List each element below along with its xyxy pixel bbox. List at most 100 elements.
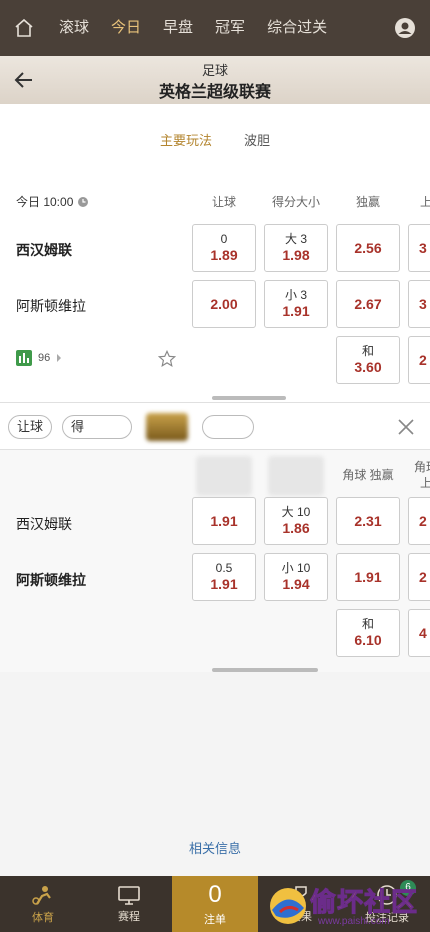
odd-value: 2.31 (354, 513, 382, 529)
tab-outright[interactable]: 冠军 (204, 0, 256, 56)
odd-value: 1.94 (282, 576, 310, 592)
home-win-odd[interactable]: 2.56 (336, 224, 400, 272)
tab-correct-score[interactable]: 波胆 (244, 130, 270, 149)
col-corner-1x2: 角球 独赢 (342, 468, 394, 482)
corner-away-handicap-odd[interactable]: 0.5 1.91 (192, 553, 256, 601)
close-icon[interactable] (396, 417, 416, 442)
odd-value: 1.91 (354, 569, 382, 585)
ou-line: 小 10 (281, 561, 311, 575)
nav-bet-slip[interactable]: 0 注单 (172, 876, 258, 932)
odd-value: 3 (419, 296, 427, 312)
home-handicap-odd[interactable]: 0 1.89 (192, 224, 256, 272)
handicap-line: 0.5 (215, 561, 233, 575)
monitor-icon (118, 885, 140, 905)
horizontal-scrollbar[interactable] (212, 668, 318, 672)
match-time: 今日 10:00 (16, 193, 89, 210)
home-icon[interactable] (0, 0, 48, 56)
tab-main-markets[interactable]: 主要玩法 (160, 130, 212, 149)
nav-sports[interactable]: 体育 (0, 876, 86, 932)
nav-schedule[interactable]: 赛程 (86, 876, 172, 932)
away-team: 阿斯顿维拉 (16, 298, 86, 314)
corner-market-panel: 角球 独赢 角球 上 西汉姆联 1.91 大 10 1.86 2.31 2 阿斯… (0, 450, 430, 672)
odd-value: 4 (419, 625, 427, 641)
col-handicap: 让球 (211, 195, 236, 209)
blurred-header (268, 456, 324, 496)
blurred-chip (146, 413, 188, 441)
draw-extra-odd[interactable]: 2 (408, 336, 430, 384)
away-win-odd[interactable]: 2.67 (336, 280, 400, 328)
corner-home-extra-odd[interactable]: 2 (408, 497, 430, 545)
odd-value: 2 (419, 569, 427, 585)
nav-sports-label: 体育 (32, 911, 54, 924)
market-tabs: 主要玩法 波胆 (0, 104, 430, 174)
tab-today[interactable]: 今日 (100, 0, 152, 56)
away-team: 阿斯顿维拉 (16, 572, 86, 588)
away-extra-odd[interactable]: 3 (408, 280, 430, 328)
odd-value: 2 (419, 513, 427, 529)
odd-value: 1.91 (210, 513, 238, 529)
col-first-half: 上 (420, 195, 430, 209)
nav-schedule-label: 赛程 (118, 910, 140, 923)
odd-value: 3 (419, 240, 427, 256)
odd-value: 1.91 (210, 576, 238, 592)
odd-value: 2.67 (354, 296, 382, 312)
nav-slip-label: 注单 (204, 913, 226, 926)
watermark-title: 偷坏社区 (309, 887, 419, 918)
user-icon[interactable] (380, 0, 430, 56)
home-team: 西汉姆联 (16, 516, 72, 532)
col-1x2: 独赢 (355, 195, 380, 209)
away-under-odd[interactable]: 小 3 1.91 (264, 280, 328, 328)
odd-value: 2.56 (354, 240, 382, 256)
odd-value: 1.89 (210, 247, 238, 263)
corner-home-over-odd[interactable]: 大 10 1.86 (264, 497, 328, 545)
ou-line: 大 10 (281, 505, 311, 519)
odd-value: 6.10 (354, 632, 382, 648)
chip-handicap[interactable]: 让球 (8, 415, 53, 439)
draw-label: 和 (361, 344, 374, 358)
away-handicap-odd[interactable]: 2.00 (192, 280, 256, 328)
corner-draw-odd[interactable]: 和 6.10 (336, 609, 400, 657)
corner-draw-extra-odd[interactable]: 4 (408, 609, 430, 657)
odd-value: 1.86 (282, 520, 310, 536)
watermark-logo-icon (270, 888, 306, 924)
tab-early[interactable]: 早盘 (152, 0, 204, 56)
league-title: 英格兰超级联赛 (158, 84, 271, 101)
soccer-player-icon (32, 885, 51, 905)
home-team: 西汉姆联 (16, 242, 72, 258)
clock-icon (78, 196, 89, 207)
top-tabs: 滚球 今日 早盘 冠军 综合过关 (48, 0, 380, 56)
col-corner-extra: 角球 (414, 460, 430, 474)
chip-blurred[interactable] (202, 415, 254, 439)
slip-count: 0 (208, 880, 222, 908)
home-extra-odd[interactable]: 3 (408, 224, 430, 272)
col-corner-half: 上 (420, 476, 430, 490)
field-stats-icon (16, 350, 32, 366)
corner-home-win-odd[interactable]: 2.31 (336, 497, 400, 545)
home-over-odd[interactable]: 大 3 1.98 (264, 224, 328, 272)
tab-parlay[interactable]: 综合过关 (256, 0, 338, 56)
col-over-under: 得分大小 (271, 195, 320, 209)
tab-live[interactable]: 滚球 (48, 0, 100, 56)
league-header: 足球 英格兰超级联赛 (0, 56, 430, 104)
draw-label: 和 (361, 617, 374, 631)
corner-away-win-odd[interactable]: 1.91 (336, 553, 400, 601)
related-info-link[interactable]: 相关信息 (0, 838, 430, 857)
corner-away-under-odd[interactable]: 小 10 1.94 (264, 553, 328, 601)
chip-score[interactable]: 得 (62, 415, 132, 439)
market-filter-bar: 让球 得 (0, 402, 430, 450)
stats-count: 96 (38, 352, 51, 364)
draw-odd[interactable]: 和 3.60 (336, 336, 400, 384)
top-nav: 滚球 今日 早盘 冠军 综合过关 (0, 0, 430, 56)
watermark-url: www.paishi.com (318, 916, 390, 927)
ou-line: 小 3 (284, 288, 307, 302)
horizontal-scrollbar[interactable] (212, 396, 286, 400)
match-stats[interactable]: 96 (16, 350, 62, 366)
odd-value: 2.00 (210, 296, 238, 312)
ou-line: 大 3 (284, 232, 307, 246)
watermark: 偷坏社区 www.paishi.com (266, 880, 430, 932)
odd-value: 3.60 (354, 359, 382, 375)
corner-away-extra-odd[interactable]: 2 (408, 553, 430, 601)
odd-value: 1.91 (282, 303, 310, 319)
corner-home-handicap-odd[interactable]: 1.91 (192, 497, 256, 545)
star-favorite-icon[interactable] (157, 349, 177, 373)
